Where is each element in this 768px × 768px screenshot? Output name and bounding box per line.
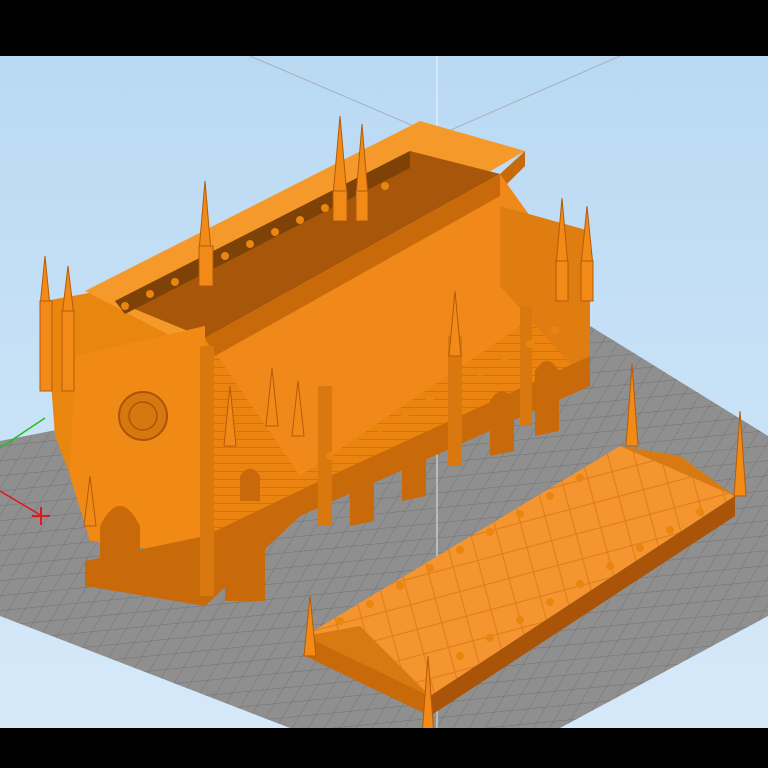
3d-viewport[interactable] [0, 56, 768, 728]
bottom-black-bar [0, 728, 768, 768]
top-black-bar [0, 0, 768, 56]
rose-window-icon [118, 391, 168, 441]
scene-svg[interactable] [0, 56, 768, 728]
